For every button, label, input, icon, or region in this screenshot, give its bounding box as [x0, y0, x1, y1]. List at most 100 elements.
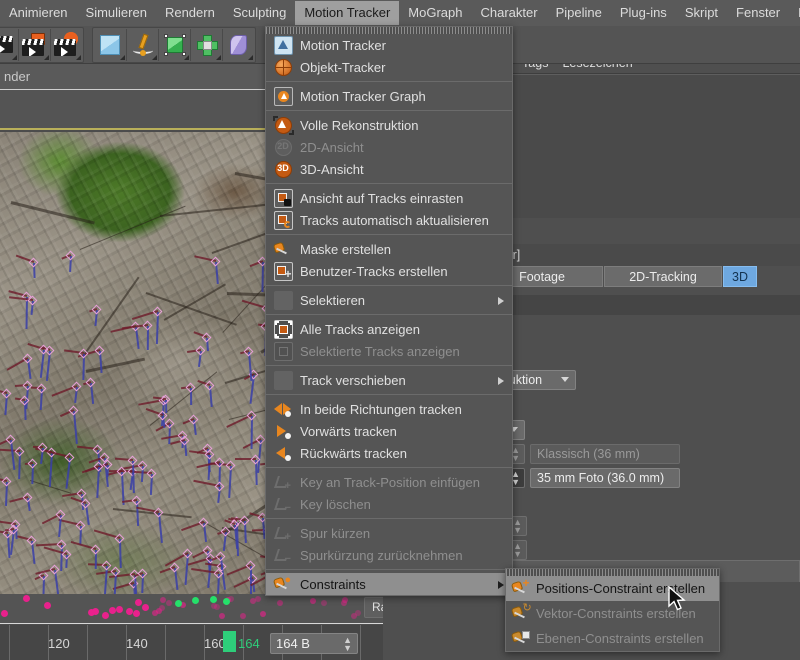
- show-selected-tracks-icon: [273, 341, 294, 361]
- menu-item-objekt-tracker[interactable]: Objekt-Tracker: [266, 56, 512, 78]
- menu-item-label: 3D-Ansicht: [300, 161, 364, 177]
- reconstruction-point: [341, 600, 347, 606]
- menu-item-2d-ansicht[interactable]: 2D 2D-Ansicht: [266, 136, 512, 158]
- menu-item-selektieren[interactable]: Selektieren: [266, 289, 512, 311]
- frame-stepper-icon[interactable]: ▲ ▼: [343, 635, 352, 652]
- cloner-icon[interactable]: [190, 28, 222, 61]
- menubar-item-hilfe[interactable]: Hilfe: [789, 1, 800, 25]
- bend-deformer-icon[interactable]: [222, 28, 254, 61]
- menubar-item-skript[interactable]: Skript: [676, 1, 727, 25]
- submenu-item-icon-slot: +: [506, 577, 536, 600]
- submenu-tear-off-grip[interactable]: [506, 569, 719, 576]
- menu-item-track-verschieben[interactable]: Track verschieben: [266, 369, 512, 391]
- menu-separator: [266, 234, 512, 235]
- menu-item-label: Volle Rekonstruktion: [300, 117, 419, 133]
- motion-tracker-dropdown-menu[interactable]: Motion Tracker Objekt-Tracker Motion Tra…: [265, 26, 513, 596]
- menubar-item-mograph[interactable]: MoGraph: [399, 1, 471, 25]
- menu-item-icon-slot: [266, 289, 300, 311]
- menu-item-label: Constraints: [300, 576, 366, 592]
- reconstruction-point: [310, 598, 316, 604]
- menubar-item-fenster[interactable]: Fenster: [727, 1, 789, 25]
- submenu-arrow-icon: [498, 297, 504, 305]
- application-menubar[interactable]: Animieren Simulieren Rendern Sculpting Motio…: [0, 0, 800, 26]
- menu-item-maske-erstellen[interactable]: Maske erstellen: [266, 238, 512, 260]
- reconstruction-point-selected: [210, 596, 217, 603]
- motion-tracker-icon: [273, 35, 294, 55]
- toolbar-group-objects[interactable]: [92, 26, 256, 63]
- menu-item-icon-slot: [266, 114, 300, 136]
- add-key-icon: +: [273, 473, 294, 492]
- menu-item-3d-ansicht[interactable]: 3D 3D-Ansicht: [266, 158, 512, 180]
- menu-item-in-beide-richtungen-tracken[interactable]: In beide Richtungen tracken: [266, 398, 512, 420]
- menu-item-icon-slot: −: [266, 493, 300, 515]
- menu-item-label: Motion Tracker: [300, 37, 386, 53]
- trim-track-icon: +: [273, 524, 294, 543]
- array-generator-icon[interactable]: [158, 28, 190, 61]
- spline-pen-icon[interactable]: [126, 28, 158, 61]
- plane-constraint-icon: [510, 629, 532, 648]
- menu-item-icon-slot: +: [266, 471, 300, 493]
- menu-item-tracks-automatisch-aktualisieren[interactable]: Tracks automatisch aktualisieren: [266, 209, 512, 231]
- render-view-icon[interactable]: [0, 29, 18, 61]
- menubar-item-animieren[interactable]: Animieren: [0, 1, 77, 25]
- menu-item-label: Motion Tracker Graph: [300, 88, 426, 104]
- menu-item-constraints[interactable]: ● Constraints: [266, 573, 512, 595]
- menu-item-spur-k-rzen[interactable]: + Spur kürzen: [266, 522, 512, 544]
- chevron-down-icon: [561, 377, 569, 382]
- menu-item-r-ckw-rts-tracken[interactable]: Rückwärts tracken: [266, 442, 512, 464]
- stepper-icon[interactable]: ▲ ▼: [513, 541, 522, 558]
- menu-item-label: Track verschieben: [300, 372, 406, 388]
- menu-item-icon-slot: [266, 442, 300, 464]
- submenu-arrow-icon: [498, 377, 504, 385]
- menu-tear-off-grip[interactable]: [266, 27, 512, 34]
- menu-item-label: Key löschen: [300, 496, 371, 512]
- 2d-view-icon: 2D: [273, 138, 294, 157]
- reconstruction-point: [159, 605, 165, 611]
- attr-tab-3d[interactable]: 3D: [723, 266, 757, 287]
- menu-item-label: Rückwärts tracken: [300, 445, 407, 461]
- menubar-item-pipeline[interactable]: Pipeline: [547, 1, 611, 25]
- sensor-preset-disabled: Klassisch (36 mm): [530, 443, 680, 464]
- timeline-tick-label: 140: [126, 636, 148, 651]
- timeline-tick: [165, 625, 166, 660]
- stepper-icon[interactable]: ▲ ▼: [513, 517, 522, 534]
- render-settings-icon[interactable]: [50, 28, 82, 61]
- sensor-preset-select[interactable]: 35 mm Foto (36.0 mm): [530, 467, 680, 488]
- menu-item-motion-tracker-graph[interactable]: Motion Tracker Graph: [266, 85, 512, 107]
- menubar-item-motion-tracker[interactable]: Motion Tracker: [295, 1, 400, 25]
- timeline-playhead[interactable]: [223, 631, 236, 652]
- menu-item-icon-slot: ●: [266, 573, 300, 595]
- reconstruction-point: [142, 604, 149, 611]
- menubar-item-sculpting[interactable]: Sculpting: [224, 1, 295, 25]
- toolbar-group-render[interactable]: [0, 26, 84, 63]
- track-backward-icon: [273, 444, 294, 463]
- menu-item-benutzer-tracks-erstellen[interactable]: + Benutzer-Tracks erstellen: [266, 260, 512, 282]
- render-to-picture-viewer-icon[interactable]: [18, 28, 50, 61]
- reconstruction-point: [23, 595, 30, 602]
- menu-item-key-l-schen[interactable]: − Key löschen: [266, 493, 512, 515]
- sensor-preset-value: 35 mm Foto (36.0 mm): [537, 470, 665, 485]
- menubar-item-simulieren[interactable]: Simulieren: [77, 1, 156, 25]
- menubar-item-plug-ins[interactable]: Plug-ins: [611, 1, 676, 25]
- submenu-item-ebenen-constraints-erstellen[interactable]: Ebenen-Constraints erstellen: [506, 626, 719, 651]
- menubar-item-rendern[interactable]: Rendern: [156, 1, 224, 25]
- menu-item-key-an-track-position-einf-gen[interactable]: + Key an Track-Position einfügen: [266, 471, 512, 493]
- cube-primitive-icon[interactable]: [94, 29, 126, 61]
- menu-item-alle-tracks-anzeigen[interactable]: Alle Tracks anzeigen: [266, 318, 512, 340]
- attr-tab-2d-tracking[interactable]: 2D-Tracking: [604, 266, 722, 287]
- menu-item-motion-tracker[interactable]: Motion Tracker: [266, 34, 512, 56]
- reconstruction-point: [166, 600, 172, 606]
- reconstruction-point: [219, 613, 225, 619]
- menu-item-vorw-rts-tracken[interactable]: Vorwärts tracken: [266, 420, 512, 442]
- vector-constraint-icon: ↻: [510, 603, 532, 623]
- menubar-item-charakter[interactable]: Charakter: [472, 1, 547, 25]
- create-mask-icon: [272, 240, 294, 259]
- move-track-icon: [273, 370, 294, 390]
- reconstruction-point: [160, 597, 166, 603]
- menu-item-spurk-rzung-zur-cknehmen[interactable]: − Spurkürzung zurücknehmen: [266, 544, 512, 566]
- current-frame-field[interactable]: 164 B ▲ ▼: [270, 633, 358, 654]
- menu-item-ansicht-auf-tracks-einrasten[interactable]: Ansicht auf Tracks einrasten: [266, 187, 512, 209]
- menu-item-volle-rekonstruktion[interactable]: Volle Rekonstruktion: [266, 114, 512, 136]
- menu-item-selektierte-tracks-anzeigen[interactable]: Selektierte Tracks anzeigen: [266, 340, 512, 362]
- submenu-arrow-icon: [498, 581, 504, 589]
